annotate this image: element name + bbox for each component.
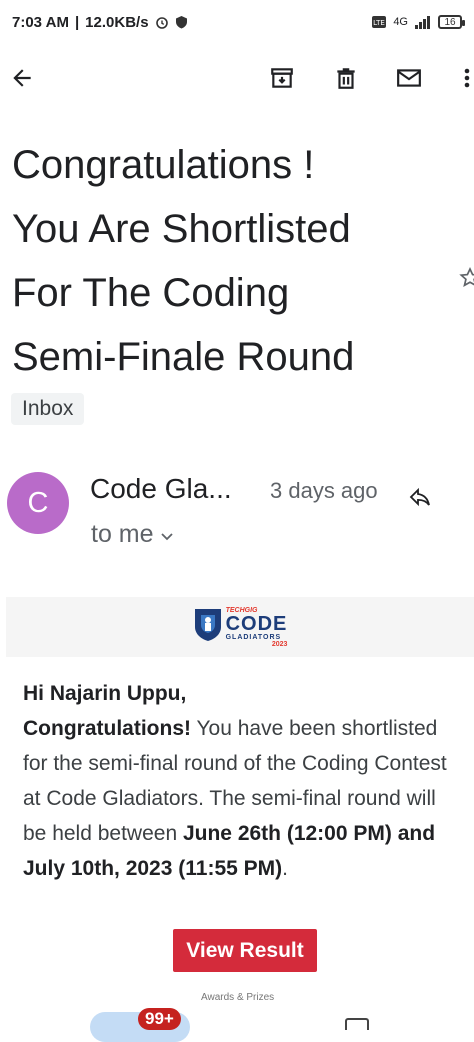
email-body: Hi Najarin Uppu, Congratulations! You ha… xyxy=(23,676,453,886)
awards-prizes-text: Awards & Prizes xyxy=(201,992,275,1003)
subject-line-4: Semi-Finale Round xyxy=(12,335,355,379)
signal-icon xyxy=(414,15,432,29)
star-button[interactable] xyxy=(458,266,474,290)
sender-avatar[interactable]: C xyxy=(7,472,69,534)
body-text-2: . xyxy=(282,857,288,880)
trash-icon xyxy=(333,65,359,96)
back-button[interactable] xyxy=(6,64,38,96)
network-type: 4G xyxy=(393,16,408,28)
more-options-button[interactable] xyxy=(457,64,474,96)
volte-icon: LTE xyxy=(371,15,387,29)
reply-button[interactable] xyxy=(403,483,437,517)
battery-icon: 16 xyxy=(438,15,465,29)
reply-icon xyxy=(407,486,433,515)
status-right: LTE 4G 16 xyxy=(371,15,465,29)
status-divider: | xyxy=(74,13,80,31)
status-time: 7:03 AM xyxy=(12,13,69,31)
logo-code: CODE xyxy=(225,612,288,635)
delete-button[interactable] xyxy=(330,64,362,96)
logo-gladiators: GLADIATORS xyxy=(225,633,282,641)
mail-icon xyxy=(395,65,423,96)
unread-count-badge: 99+ xyxy=(138,1008,181,1030)
logo-text: TECHGIG CODE GLADIATORS 2023 xyxy=(226,607,288,648)
status-speed: 12.0KB/s xyxy=(85,13,149,31)
sender-name[interactable]: Code Gla... xyxy=(90,473,232,505)
svg-text:LTE: LTE xyxy=(373,19,385,27)
email-timestamp: 3 days ago xyxy=(270,478,378,503)
arrow-left-icon xyxy=(9,65,35,96)
battery-level: 16 xyxy=(444,17,456,28)
archive-icon xyxy=(269,65,295,96)
email-subject: Congratulations ! You Are Shortlisted Fo… xyxy=(12,133,452,389)
subject-line-3: For The Coding xyxy=(12,271,290,315)
code-gladiators-logo: TECHGIG CODE GLADIATORS 2023 xyxy=(193,607,288,648)
subject-line-2: You Are Shortlisted xyxy=(12,207,351,251)
mark-unread-button[interactable] xyxy=(393,64,425,96)
subject-line-1: Congratulations ! xyxy=(12,143,315,187)
meet-icon[interactable] xyxy=(345,1018,369,1030)
view-result-button[interactable]: View Result xyxy=(173,929,317,972)
alarm-icon xyxy=(155,15,169,29)
status-left: 7:03 AM | 12.0KB/s xyxy=(12,14,188,31)
logo-year: 2023 xyxy=(271,640,288,648)
chevron-down-icon xyxy=(160,520,174,549)
body-paragraph: Congratulations! You have been shortlist… xyxy=(23,711,453,886)
logo-shield-icon xyxy=(193,607,223,648)
recipient-label: to me xyxy=(91,520,154,548)
email-toolbar xyxy=(0,55,474,105)
congrats-text: Congratulations! xyxy=(23,717,191,740)
archive-button[interactable] xyxy=(266,64,298,96)
recipient-details-toggle[interactable]: to me xyxy=(91,520,174,549)
more-vert-icon xyxy=(463,65,471,96)
star-icon xyxy=(458,266,474,294)
inbox-label-chip[interactable]: Inbox xyxy=(11,393,85,425)
email-banner: TECHGIG CODE GLADIATORS 2023 xyxy=(6,597,474,657)
greeting: Hi Najarin Uppu, xyxy=(23,682,187,705)
shield-icon xyxy=(175,15,188,29)
status-bar: 7:03 AM | 12.0KB/s LTE 4G 16 xyxy=(0,0,474,44)
